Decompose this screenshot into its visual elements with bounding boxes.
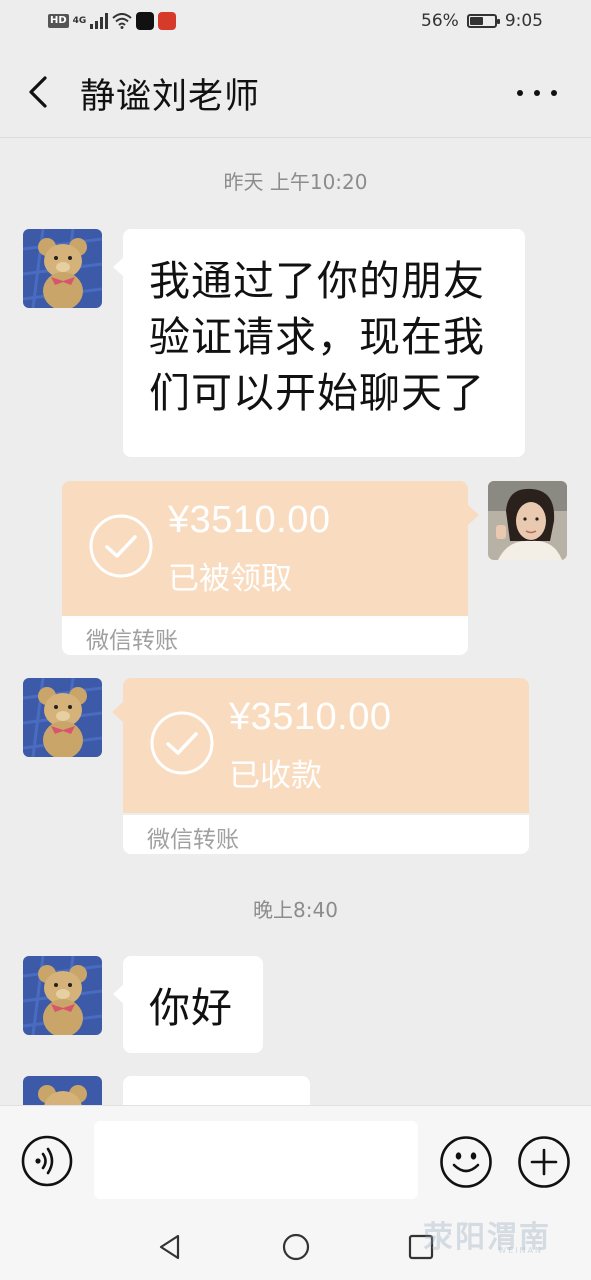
transfer-footer-label: 微信转账 [86, 628, 178, 654]
profile-photo-avatar [488, 481, 567, 560]
battery-fill [469, 17, 483, 25]
transfer-footer-label: 微信转账 [147, 827, 239, 853]
page-title: 静谧刘老师 [80, 77, 261, 117]
status-icons-left: HD 4G [48, 12, 177, 30]
transfer-footer: 微信转账 [123, 815, 529, 854]
transfer-card-sent[interactable]: ¥3510.00 已被领取 微信转账 [62, 481, 468, 655]
message-bubble[interactable]: 你好 [113, 956, 263, 1053]
more-button[interactable] [517, 86, 557, 100]
bubble-tail [468, 505, 479, 525]
timestamp: 昨天 上午10:20 [223, 170, 368, 194]
nav-back-button[interactable] [155, 1232, 185, 1262]
transfer-status: 已收款 [229, 758, 322, 794]
triangle-back-icon [159, 1234, 180, 1260]
check-circle-icon [150, 711, 214, 775]
tiktok-app-icon [136, 12, 155, 30]
chevron-left-icon [29, 76, 47, 108]
wifi-icon [112, 13, 132, 29]
my-avatar[interactable] [488, 481, 567, 560]
teddy-bear-avatar [23, 956, 102, 1035]
message-input[interactable] [94, 1121, 418, 1199]
watermark-subtext: WEINAN [498, 1246, 543, 1255]
input-bar [0, 1105, 591, 1212]
teddy-bear-avatar [23, 678, 102, 757]
bubble-tail [112, 702, 123, 722]
back-button[interactable] [18, 70, 58, 114]
network-type: 4G [72, 16, 87, 26]
message-bubble[interactable] [123, 1076, 310, 1105]
chat-messages[interactable]: 昨天 上午10:20 我通过了你的朋友验证请求，现在我们可以开始聊天了 ¥351… [0, 138, 591, 1105]
circle-home-icon [282, 1233, 310, 1261]
plus-icon [518, 1136, 570, 1188]
message-bubble[interactable]: 我通过了你的朋友验证请求，现在我们可以开始聊天了 [113, 229, 525, 457]
more-dot [534, 90, 540, 96]
more-dot [551, 90, 557, 96]
transfer-status: 已被领取 [168, 561, 292, 597]
emoji-icon [440, 1136, 492, 1188]
signal-icon [90, 13, 109, 29]
clock: 9:05 [504, 11, 543, 31]
teddy-bear-avatar [23, 229, 102, 308]
more-dot [517, 90, 523, 96]
transfer-amount: ¥3510.00 [229, 696, 392, 738]
chat-header: 静谧刘老师 [0, 44, 591, 138]
contact-avatar[interactable] [23, 678, 102, 757]
contact-avatar[interactable] [23, 956, 102, 1035]
teddy-bear-avatar [23, 1076, 102, 1105]
transfer-footer: 微信转账 [62, 616, 468, 655]
nav-home-button[interactable] [281, 1232, 311, 1262]
message-text: 你好 [149, 984, 233, 1032]
contact-avatar[interactable] [23, 229, 102, 308]
status-bar: HD 4G 56% 9:05 [0, 0, 591, 44]
hd-badge: HD [48, 14, 69, 28]
contact-avatar[interactable] [23, 1076, 102, 1105]
timestamp: 晚上8:40 [253, 898, 338, 922]
plus-button[interactable] [517, 1135, 571, 1189]
emoji-button[interactable] [439, 1135, 493, 1189]
transfer-card-received[interactable]: ¥3510.00 已收款 微信转账 [123, 678, 529, 854]
news-app-icon [158, 12, 177, 30]
status-icons-right: 56% 9:05 [421, 11, 543, 31]
system-nav-bar: 荥阳渭南 WEINAN [0, 1212, 591, 1280]
message-text: 我通过了你的朋友验证请求，现在我们可以开始聊天了 [149, 257, 485, 417]
voice-button[interactable] [21, 1135, 73, 1187]
check-circle-icon [89, 514, 153, 578]
battery-icon [466, 14, 500, 28]
battery-percent: 56% [421, 11, 459, 31]
voice-icon [21, 1135, 73, 1187]
transfer-amount: ¥3510.00 [168, 499, 331, 541]
